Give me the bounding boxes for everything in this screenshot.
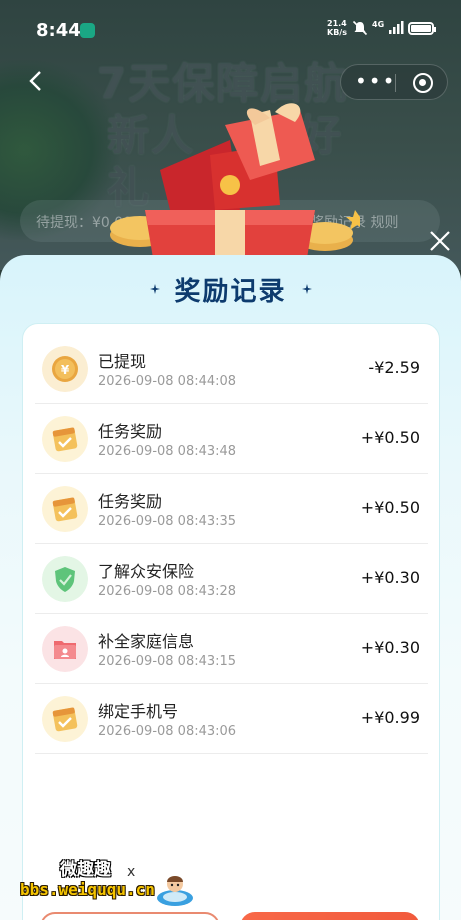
- sparkle-right-icon: [302, 284, 312, 294]
- calendar-check-icon: [42, 696, 88, 742]
- close-miniprogram-button[interactable]: [413, 73, 433, 93]
- list-item: 任务奖励 2026-09-08 08:43:48 +¥0.50: [35, 404, 428, 474]
- mute-bell-icon: [352, 20, 368, 36]
- record-time: 2026-09-08 08:43:28: [98, 584, 237, 599]
- record-amount: +¥0.30: [360, 568, 420, 587]
- record-name: 绑定手机号: [98, 702, 179, 721]
- network-speed-value: 21.4: [327, 19, 347, 28]
- network-speed-unit: KB/s: [327, 28, 347, 37]
- network-speed: 21.4 KB/s: [327, 19, 347, 37]
- list-item: ¥ 已提现 2026-09-08 08:44:08 -¥2.59: [35, 334, 428, 404]
- record-amount: +¥0.50: [360, 428, 420, 447]
- signal-bars-icon: [389, 21, 404, 34]
- status-time: 8:44: [36, 20, 81, 41]
- list-item: 绑定手机号 2026-09-08 08:43:06 +¥0.99: [35, 684, 428, 754]
- primary-action-button[interactable]: [240, 912, 420, 920]
- calendar-check-icon: [42, 416, 88, 462]
- more-dots-button[interactable]: •••: [355, 69, 396, 93]
- record-name: 任务奖励: [98, 492, 163, 511]
- list-item: 补全家庭信息 2026-09-08 08:43:15 +¥0.30: [35, 614, 428, 684]
- calendar-check-icon: [42, 486, 88, 532]
- record-name: 任务奖励: [98, 422, 163, 441]
- watermark-url: bbs.weiququ.cn: [20, 880, 155, 899]
- status-icons: 4G: [352, 19, 437, 36]
- gift-box-illustration: [110, 103, 360, 270]
- sheet-title-wrap: 奖励记录: [0, 271, 461, 309]
- records-list: ¥ 已提现 2026-09-08 08:44:08 -¥2.59 任务奖励 20…: [22, 323, 440, 920]
- record-time: 2026-09-08 08:43:06: [98, 724, 237, 739]
- record-amount: +¥0.30: [360, 638, 420, 657]
- list-item: 任务奖励 2026-09-08 08:43:35 +¥0.50: [35, 474, 428, 544]
- app-notification-icon: [80, 23, 95, 38]
- secondary-action-button[interactable]: [40, 912, 220, 920]
- back-button[interactable]: [26, 66, 56, 102]
- record-amount: -¥2.59: [368, 358, 420, 377]
- sheet-title: 奖励记录: [174, 277, 287, 307]
- watermark-title: 微趣趣: [60, 860, 111, 880]
- close-sheet-button[interactable]: [427, 228, 453, 254]
- record-amount: +¥0.99: [360, 708, 420, 727]
- folder-family-icon: [42, 626, 88, 672]
- chevron-left-icon: [29, 71, 41, 91]
- sparkle-left-icon: [150, 284, 160, 294]
- watermark-mark: x: [127, 864, 136, 880]
- record-time: 2026-09-08 08:43:48: [98, 444, 237, 459]
- record-time: 2026-09-08 08:43:15: [98, 654, 237, 669]
- signal-label: 4G: [372, 19, 385, 29]
- reward-records-sheet: 奖励记录 ¥ 已提现 2026-09-08 08:44:08 -¥2.59 任务…: [0, 255, 461, 920]
- record-name: 已提现: [98, 352, 147, 371]
- close-icon: [430, 231, 450, 251]
- status-bar: 8:44 21.4 KB/s 4G: [0, 0, 461, 60]
- record-name: 了解众安保险: [98, 562, 195, 581]
- record-time: 2026-09-08 08:44:08: [98, 374, 237, 389]
- list-item: 了解众安保险 2026-09-08 08:43:28 +¥0.30: [35, 544, 428, 614]
- record-amount: +¥0.50: [360, 498, 420, 517]
- battery-icon: [408, 21, 437, 35]
- coin-icon: ¥: [42, 346, 88, 392]
- record-name: 补全家庭信息: [98, 632, 195, 651]
- svg-text:¥: ¥: [61, 363, 70, 377]
- mascot-icon: [157, 876, 193, 906]
- capsule-divider: [395, 74, 396, 92]
- shield-icon: [42, 556, 88, 602]
- miniprogram-capsule: •••: [340, 64, 448, 100]
- record-time: 2026-09-08 08:43:35: [98, 514, 237, 529]
